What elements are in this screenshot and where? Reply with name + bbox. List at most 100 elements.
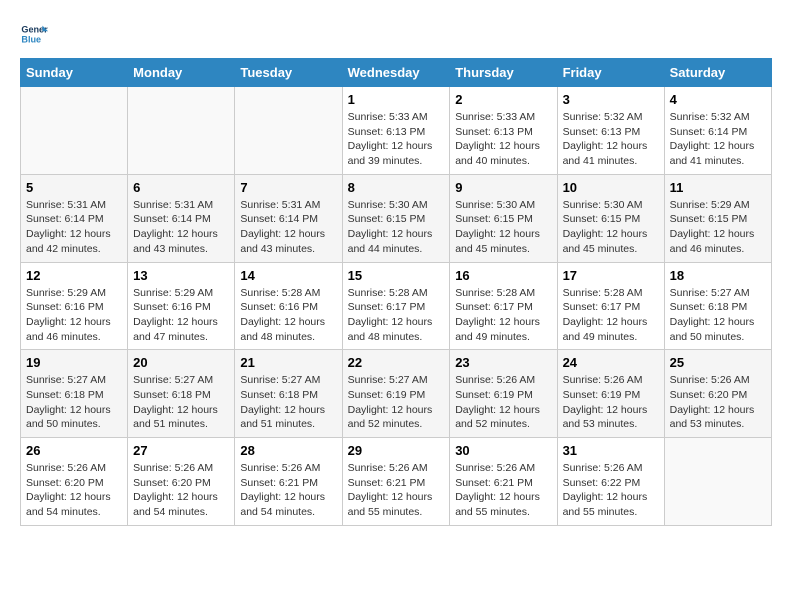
calendar-cell: 14 Sunrise: 5:28 AM Sunset: 6:16 PM Dayli… (235, 262, 342, 350)
day-number: 10 (563, 180, 659, 195)
calendar-cell: 5 Sunrise: 5:31 AM Sunset: 6:14 PM Daylig… (21, 174, 128, 262)
day-number: 4 (670, 92, 766, 107)
day-number: 17 (563, 268, 659, 283)
weekday-header-sunday: Sunday (21, 59, 128, 87)
day-number: 14 (240, 268, 336, 283)
day-number: 28 (240, 443, 336, 458)
calendar-cell: 24 Sunrise: 5:26 AM Sunset: 6:19 PM Dayli… (557, 350, 664, 438)
calendar-week-row: 1 Sunrise: 5:33 AM Sunset: 6:13 PM Daylig… (21, 87, 772, 175)
day-number: 31 (563, 443, 659, 458)
day-number: 13 (133, 268, 229, 283)
day-info: Sunrise: 5:26 AM Sunset: 6:22 PM Dayligh… (563, 461, 659, 520)
calendar-cell (21, 87, 128, 175)
day-number: 23 (455, 355, 551, 370)
weekday-header-tuesday: Tuesday (235, 59, 342, 87)
day-info: Sunrise: 5:31 AM Sunset: 6:14 PM Dayligh… (133, 198, 229, 257)
day-number: 16 (455, 268, 551, 283)
calendar-cell (128, 87, 235, 175)
day-number: 22 (348, 355, 445, 370)
day-info: Sunrise: 5:31 AM Sunset: 6:14 PM Dayligh… (26, 198, 122, 257)
calendar-cell (235, 87, 342, 175)
day-info: Sunrise: 5:30 AM Sunset: 6:15 PM Dayligh… (455, 198, 551, 257)
day-info: Sunrise: 5:32 AM Sunset: 6:14 PM Dayligh… (670, 110, 766, 169)
calendar-cell: 15 Sunrise: 5:28 AM Sunset: 6:17 PM Dayli… (342, 262, 450, 350)
day-number: 18 (670, 268, 766, 283)
day-info: Sunrise: 5:27 AM Sunset: 6:18 PM Dayligh… (133, 373, 229, 432)
calendar-cell: 16 Sunrise: 5:28 AM Sunset: 6:17 PM Dayli… (450, 262, 557, 350)
weekday-header-monday: Monday (128, 59, 235, 87)
weekday-header-wednesday: Wednesday (342, 59, 450, 87)
calendar-week-row: 5 Sunrise: 5:31 AM Sunset: 6:14 PM Daylig… (21, 174, 772, 262)
day-number: 11 (670, 180, 766, 195)
calendar-week-row: 19Sunrise: 5:27 AM Sunset: 6:18 PM Dayli… (21, 350, 772, 438)
weekday-header-saturday: Saturday (664, 59, 771, 87)
day-info: Sunrise: 5:26 AM Sunset: 6:21 PM Dayligh… (240, 461, 336, 520)
calendar-cell: 26Sunrise: 5:26 AM Sunset: 6:20 PM Dayli… (21, 438, 128, 526)
calendar-cell (664, 438, 771, 526)
day-number: 9 (455, 180, 551, 195)
day-number: 7 (240, 180, 336, 195)
day-info: Sunrise: 5:27 AM Sunset: 6:19 PM Dayligh… (348, 373, 445, 432)
calendar-cell: 2 Sunrise: 5:33 AM Sunset: 6:13 PM Daylig… (450, 87, 557, 175)
calendar-cell: 27Sunrise: 5:26 AM Sunset: 6:20 PM Dayli… (128, 438, 235, 526)
calendar-cell: 28 Sunrise: 5:26 AM Sunset: 6:21 PM Dayli… (235, 438, 342, 526)
day-info: Sunrise: 5:28 AM Sunset: 6:17 PM Dayligh… (348, 286, 445, 345)
day-number: 30 (455, 443, 551, 458)
calendar-cell: 12 Sunrise: 5:29 AM Sunset: 6:16 PM Dayli… (21, 262, 128, 350)
day-number: 1 (348, 92, 445, 107)
calendar-cell: 11 Sunrise: 5:29 AM Sunset: 6:15 PM Dayli… (664, 174, 771, 262)
day-number: 12 (26, 268, 122, 283)
calendar-week-row: 26Sunrise: 5:26 AM Sunset: 6:20 PM Dayli… (21, 438, 772, 526)
day-info: Sunrise: 5:29 AM Sunset: 6:16 PM Dayligh… (133, 286, 229, 345)
logo-icon: General Blue (20, 20, 48, 48)
calendar-cell: 25Sunrise: 5:26 AM Sunset: 6:20 PM Dayli… (664, 350, 771, 438)
day-info: Sunrise: 5:26 AM Sunset: 6:21 PM Dayligh… (348, 461, 445, 520)
day-number: 26 (26, 443, 122, 458)
calendar-cell: 17 Sunrise: 5:28 AM Sunset: 6:17 PM Dayli… (557, 262, 664, 350)
day-info: Sunrise: 5:29 AM Sunset: 6:16 PM Dayligh… (26, 286, 122, 345)
day-info: Sunrise: 5:26 AM Sunset: 6:19 PM Dayligh… (455, 373, 551, 432)
day-info: Sunrise: 5:26 AM Sunset: 6:21 PM Dayligh… (455, 461, 551, 520)
day-number: 25 (670, 355, 766, 370)
day-info: Sunrise: 5:28 AM Sunset: 6:16 PM Dayligh… (240, 286, 336, 345)
day-info: Sunrise: 5:28 AM Sunset: 6:17 PM Dayligh… (563, 286, 659, 345)
day-info: Sunrise: 5:33 AM Sunset: 6:13 PM Dayligh… (455, 110, 551, 169)
day-info: Sunrise: 5:30 AM Sunset: 6:15 PM Dayligh… (348, 198, 445, 257)
day-number: 15 (348, 268, 445, 283)
weekday-header-friday: Friday (557, 59, 664, 87)
day-info: Sunrise: 5:30 AM Sunset: 6:15 PM Dayligh… (563, 198, 659, 257)
calendar-cell: 9 Sunrise: 5:30 AM Sunset: 6:15 PM Daylig… (450, 174, 557, 262)
day-info: Sunrise: 5:26 AM Sunset: 6:19 PM Dayligh… (563, 373, 659, 432)
calendar-cell: 29Sunrise: 5:26 AM Sunset: 6:21 PM Dayli… (342, 438, 450, 526)
weekday-header-thursday: Thursday (450, 59, 557, 87)
day-info: Sunrise: 5:28 AM Sunset: 6:17 PM Dayligh… (455, 286, 551, 345)
calendar-cell: 30 Sunrise: 5:26 AM Sunset: 6:21 PM Dayli… (450, 438, 557, 526)
day-number: 27 (133, 443, 229, 458)
calendar-table: SundayMondayTuesdayWednesdayThursdayFrid… (20, 58, 772, 526)
day-number: 2 (455, 92, 551, 107)
weekday-header-row: SundayMondayTuesdayWednesdayThursdayFrid… (21, 59, 772, 87)
calendar-cell: 21Sunrise: 5:27 AM Sunset: 6:18 PM Dayli… (235, 350, 342, 438)
calendar-cell: 7 Sunrise: 5:31 AM Sunset: 6:14 PM Daylig… (235, 174, 342, 262)
day-number: 8 (348, 180, 445, 195)
day-info: Sunrise: 5:33 AM Sunset: 6:13 PM Dayligh… (348, 110, 445, 169)
svg-text:Blue: Blue (21, 34, 41, 44)
day-info: Sunrise: 5:27 AM Sunset: 6:18 PM Dayligh… (26, 373, 122, 432)
calendar-cell: 1 Sunrise: 5:33 AM Sunset: 6:13 PM Daylig… (342, 87, 450, 175)
day-number: 5 (26, 180, 122, 195)
day-info: Sunrise: 5:29 AM Sunset: 6:15 PM Dayligh… (670, 198, 766, 257)
calendar-cell: 22 Sunrise: 5:27 AM Sunset: 6:19 PM Dayli… (342, 350, 450, 438)
calendar-cell: 8 Sunrise: 5:30 AM Sunset: 6:15 PM Daylig… (342, 174, 450, 262)
day-number: 24 (563, 355, 659, 370)
page-header: General Blue (20, 20, 772, 48)
day-number: 3 (563, 92, 659, 107)
calendar-cell: 31 Sunrise: 5:26 AM Sunset: 6:22 PM Dayli… (557, 438, 664, 526)
calendar-cell: 6 Sunrise: 5:31 AM Sunset: 6:14 PM Daylig… (128, 174, 235, 262)
day-info: Sunrise: 5:31 AM Sunset: 6:14 PM Dayligh… (240, 198, 336, 257)
logo: General Blue (20, 20, 52, 48)
calendar-week-row: 12 Sunrise: 5:29 AM Sunset: 6:16 PM Dayli… (21, 262, 772, 350)
calendar-cell: 3Sunrise: 5:32 AM Sunset: 6:13 PM Daylig… (557, 87, 664, 175)
calendar-cell: 18 Sunrise: 5:27 AM Sunset: 6:18 PM Dayli… (664, 262, 771, 350)
day-info: Sunrise: 5:27 AM Sunset: 6:18 PM Dayligh… (670, 286, 766, 345)
day-number: 6 (133, 180, 229, 195)
